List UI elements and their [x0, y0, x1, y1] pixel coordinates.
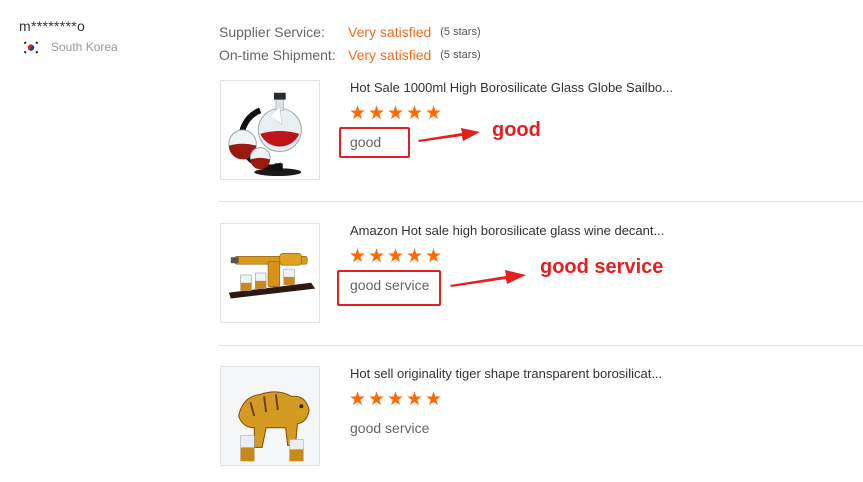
item-divider: [219, 345, 863, 346]
star-icon: ★: [424, 103, 443, 124]
reviewer-country: South Korea: [22, 40, 118, 54]
rating-row-ontime-shipment: On-time Shipment: Very satisfied (5 star…: [219, 43, 481, 66]
star-icon: ★: [386, 103, 405, 124]
star-icon: ★: [348, 246, 367, 267]
annotation-box: [337, 270, 441, 306]
annotation-text: good service: [540, 256, 664, 278]
review-item: Hot Sale 1000ml High Borosilicate Glass …: [219, 80, 863, 182]
review-comment: good service: [350, 420, 430, 436]
reviewer-name: m********o: [19, 18, 86, 34]
product-title[interactable]: Amazon Hot sale high borosilicate glass …: [350, 223, 664, 238]
tiger-decanter-image[interactable]: [220, 366, 320, 466]
star-icon: ★: [386, 246, 405, 267]
product-title[interactable]: Hot Sale 1000ml High Borosilicate Glass …: [350, 80, 673, 95]
star-icon: ★: [367, 389, 386, 410]
reviewer-info: m********o South Korea: [19, 18, 118, 54]
rating-label: On-time Shipment:: [219, 46, 336, 63]
star-icon: ★: [405, 246, 424, 267]
star-icon: ★: [405, 103, 424, 124]
star-rating: ★ ★ ★ ★ ★: [348, 390, 443, 410]
star-icon: ★: [424, 389, 443, 410]
rating-row-supplier-service: Supplier Service: Very satisfied (5 star…: [219, 20, 481, 43]
country-name: South Korea: [51, 40, 118, 54]
star-icon: ★: [405, 389, 424, 410]
annotation-arrow-icon: [450, 270, 526, 287]
star-icon: ★: [367, 246, 386, 267]
annotation-box: [339, 127, 410, 158]
gun-decanter-image[interactable]: [220, 223, 320, 323]
rating-label: Supplier Service:: [219, 23, 325, 40]
star-icon: ★: [348, 103, 367, 124]
rating-value: Very satisfied: [348, 46, 432, 63]
rating-stars-text: (5 stars): [440, 25, 481, 38]
rating-value: Very satisfied: [348, 23, 432, 40]
star-icon: ★: [367, 103, 386, 124]
star-icon: ★: [386, 389, 405, 410]
annotation-arrow-icon: [418, 128, 480, 142]
ratings-summary: Supplier Service: Very satisfied (5 star…: [219, 20, 481, 66]
rating-stars-text: (5 stars): [440, 48, 481, 61]
product-title[interactable]: Hot sell originality tiger shape transpa…: [350, 366, 662, 381]
south-korea-flag-icon: [22, 40, 40, 54]
globe-decanter-image[interactable]: [220, 80, 320, 180]
star-rating: ★ ★ ★ ★ ★: [348, 104, 443, 124]
star-icon: ★: [424, 246, 443, 267]
item-divider: [219, 201, 863, 202]
star-rating: ★ ★ ★ ★ ★: [348, 247, 443, 267]
star-icon: ★: [348, 389, 367, 410]
review-item: Hot sell originality tiger shape transpa…: [219, 366, 863, 468]
annotation-text: good: [492, 119, 541, 141]
